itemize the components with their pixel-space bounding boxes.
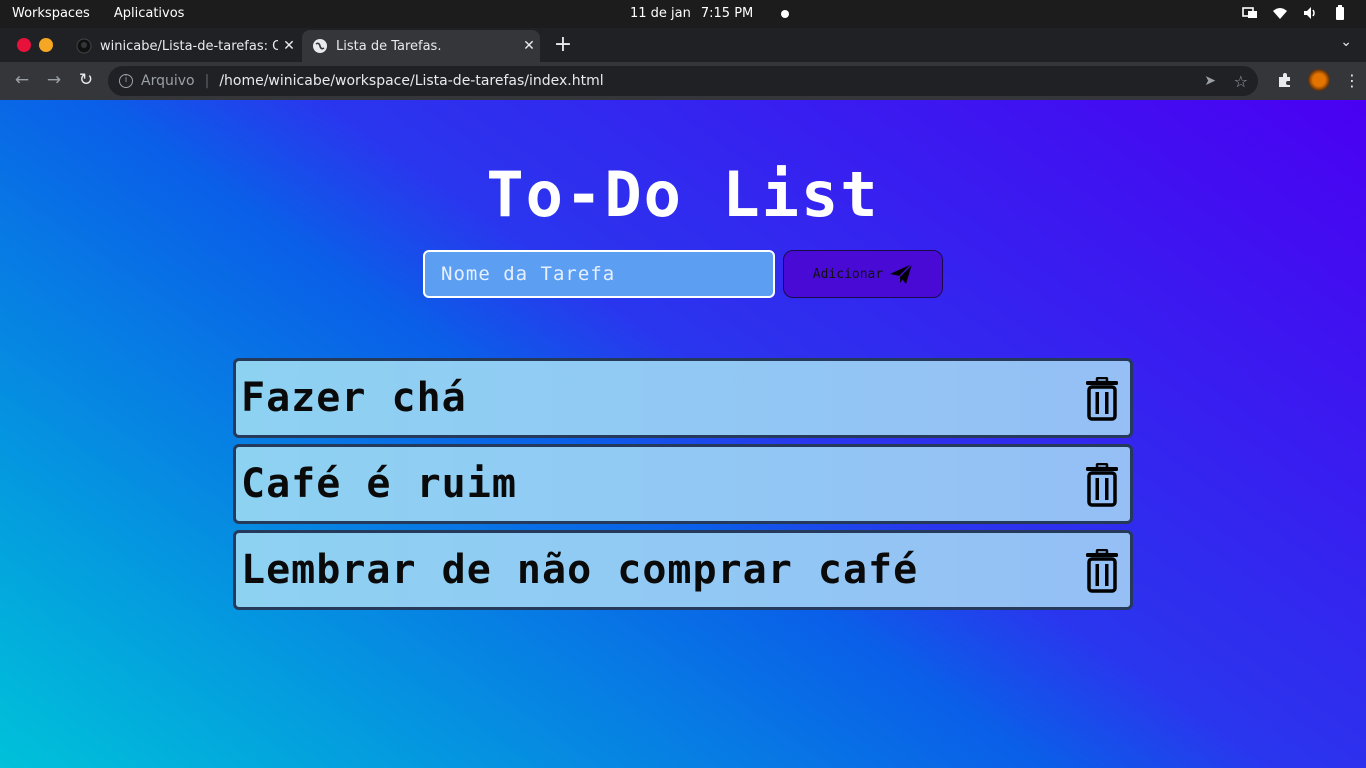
clock[interactable]: 11 de jan 7:15 PM <box>630 6 790 21</box>
wifi-icon[interactable] <box>1272 5 1288 21</box>
task-item: Lembrar de não comprar café <box>233 530 1133 610</box>
workspaces-menu[interactable]: Workspaces <box>12 6 90 21</box>
page-content: To-Do List Adicionar Fazer chá Café é ru… <box>0 100 1366 768</box>
task-name-input[interactable] <box>423 250 775 298</box>
system-top-bar: Workspaces Aplicativos 11 de jan 7:15 PM <box>0 0 1366 28</box>
tab-github[interactable]: winicabe/Lista-de-tarefas: O c ✕ <box>66 30 300 62</box>
bookmark-star-icon[interactable]: ☆ <box>1234 72 1248 91</box>
address-separator: | <box>204 73 210 89</box>
trash-icon[interactable] <box>1084 549 1120 593</box>
forward-arrow-icon[interactable]: → <box>42 70 66 90</box>
browser-toolbar: ← → ↻ i Arquivo | /home/winicabe/workspa… <box>0 62 1366 100</box>
volume-icon[interactable] <box>1302 5 1318 21</box>
task-text: Lembrar de não comprar café <box>241 547 919 593</box>
globe-icon <box>312 38 328 54</box>
tab-lista-de-tarefas[interactable]: Lista de Tarefas. ✕ <box>302 30 540 62</box>
trash-icon[interactable] <box>1084 377 1120 421</box>
github-icon <box>76 38 92 54</box>
url-text[interactable]: /home/winicabe/workspace/Lista-de-tarefa… <box>219 73 603 89</box>
tab-title: winicabe/Lista-de-tarefas: O c <box>100 38 278 54</box>
window-minimize-button[interactable] <box>39 38 53 52</box>
page-title: To-Do List <box>486 158 880 231</box>
scheme-label: Arquivo <box>141 73 195 89</box>
time-label: 7:15 PM <box>700 6 754 21</box>
tab-title: Lista de Tarefas. <box>336 38 442 54</box>
trash-icon[interactable] <box>1084 463 1120 507</box>
display-icon[interactable] <box>1242 5 1258 21</box>
browser-menu-icon[interactable]: ⋮ <box>1344 71 1360 90</box>
back-arrow-icon[interactable]: ← <box>10 70 34 90</box>
info-icon[interactable]: i <box>119 74 133 88</box>
window-close-button[interactable] <box>17 38 31 52</box>
new-tab-icon[interactable]: + <box>552 32 574 57</box>
profile-avatar[interactable] <box>1308 69 1330 91</box>
task-text: Fazer chá <box>241 375 467 421</box>
tab-search-chevron-icon[interactable]: ⌄ <box>1340 34 1352 50</box>
task-item: Fazer chá <box>233 358 1133 438</box>
address-bar[interactable]: i Arquivo | /home/winicabe/workspace/Lis… <box>108 66 1258 96</box>
task-text: Café é ruim <box>241 461 517 507</box>
task-item: Café é ruim <box>233 444 1133 524</box>
paper-plane-icon <box>890 263 913 284</box>
add-button-label: Adicionar <box>812 266 884 282</box>
battery-icon[interactable] <box>1332 5 1348 21</box>
apps-menu[interactable]: Aplicativos <box>114 6 185 21</box>
reload-icon[interactable]: ↻ <box>74 70 98 90</box>
send-tab-icon[interactable]: ➤ <box>1204 73 1216 89</box>
add-task-button[interactable]: Adicionar <box>783 250 943 298</box>
tab-close-icon[interactable]: ✕ <box>518 38 540 54</box>
task-list: Fazer chá Café é ruim Lembrar de não com… <box>233 358 1133 616</box>
extensions-puzzle-icon[interactable] <box>1276 71 1294 89</box>
date-label: 11 de jan <box>630 6 691 21</box>
browser-tab-strip: winicabe/Lista-de-tarefas: O c ✕ Lista d… <box>0 28 1366 62</box>
tab-close-icon[interactable]: ✕ <box>278 38 300 54</box>
notification-dot-icon <box>781 9 790 18</box>
